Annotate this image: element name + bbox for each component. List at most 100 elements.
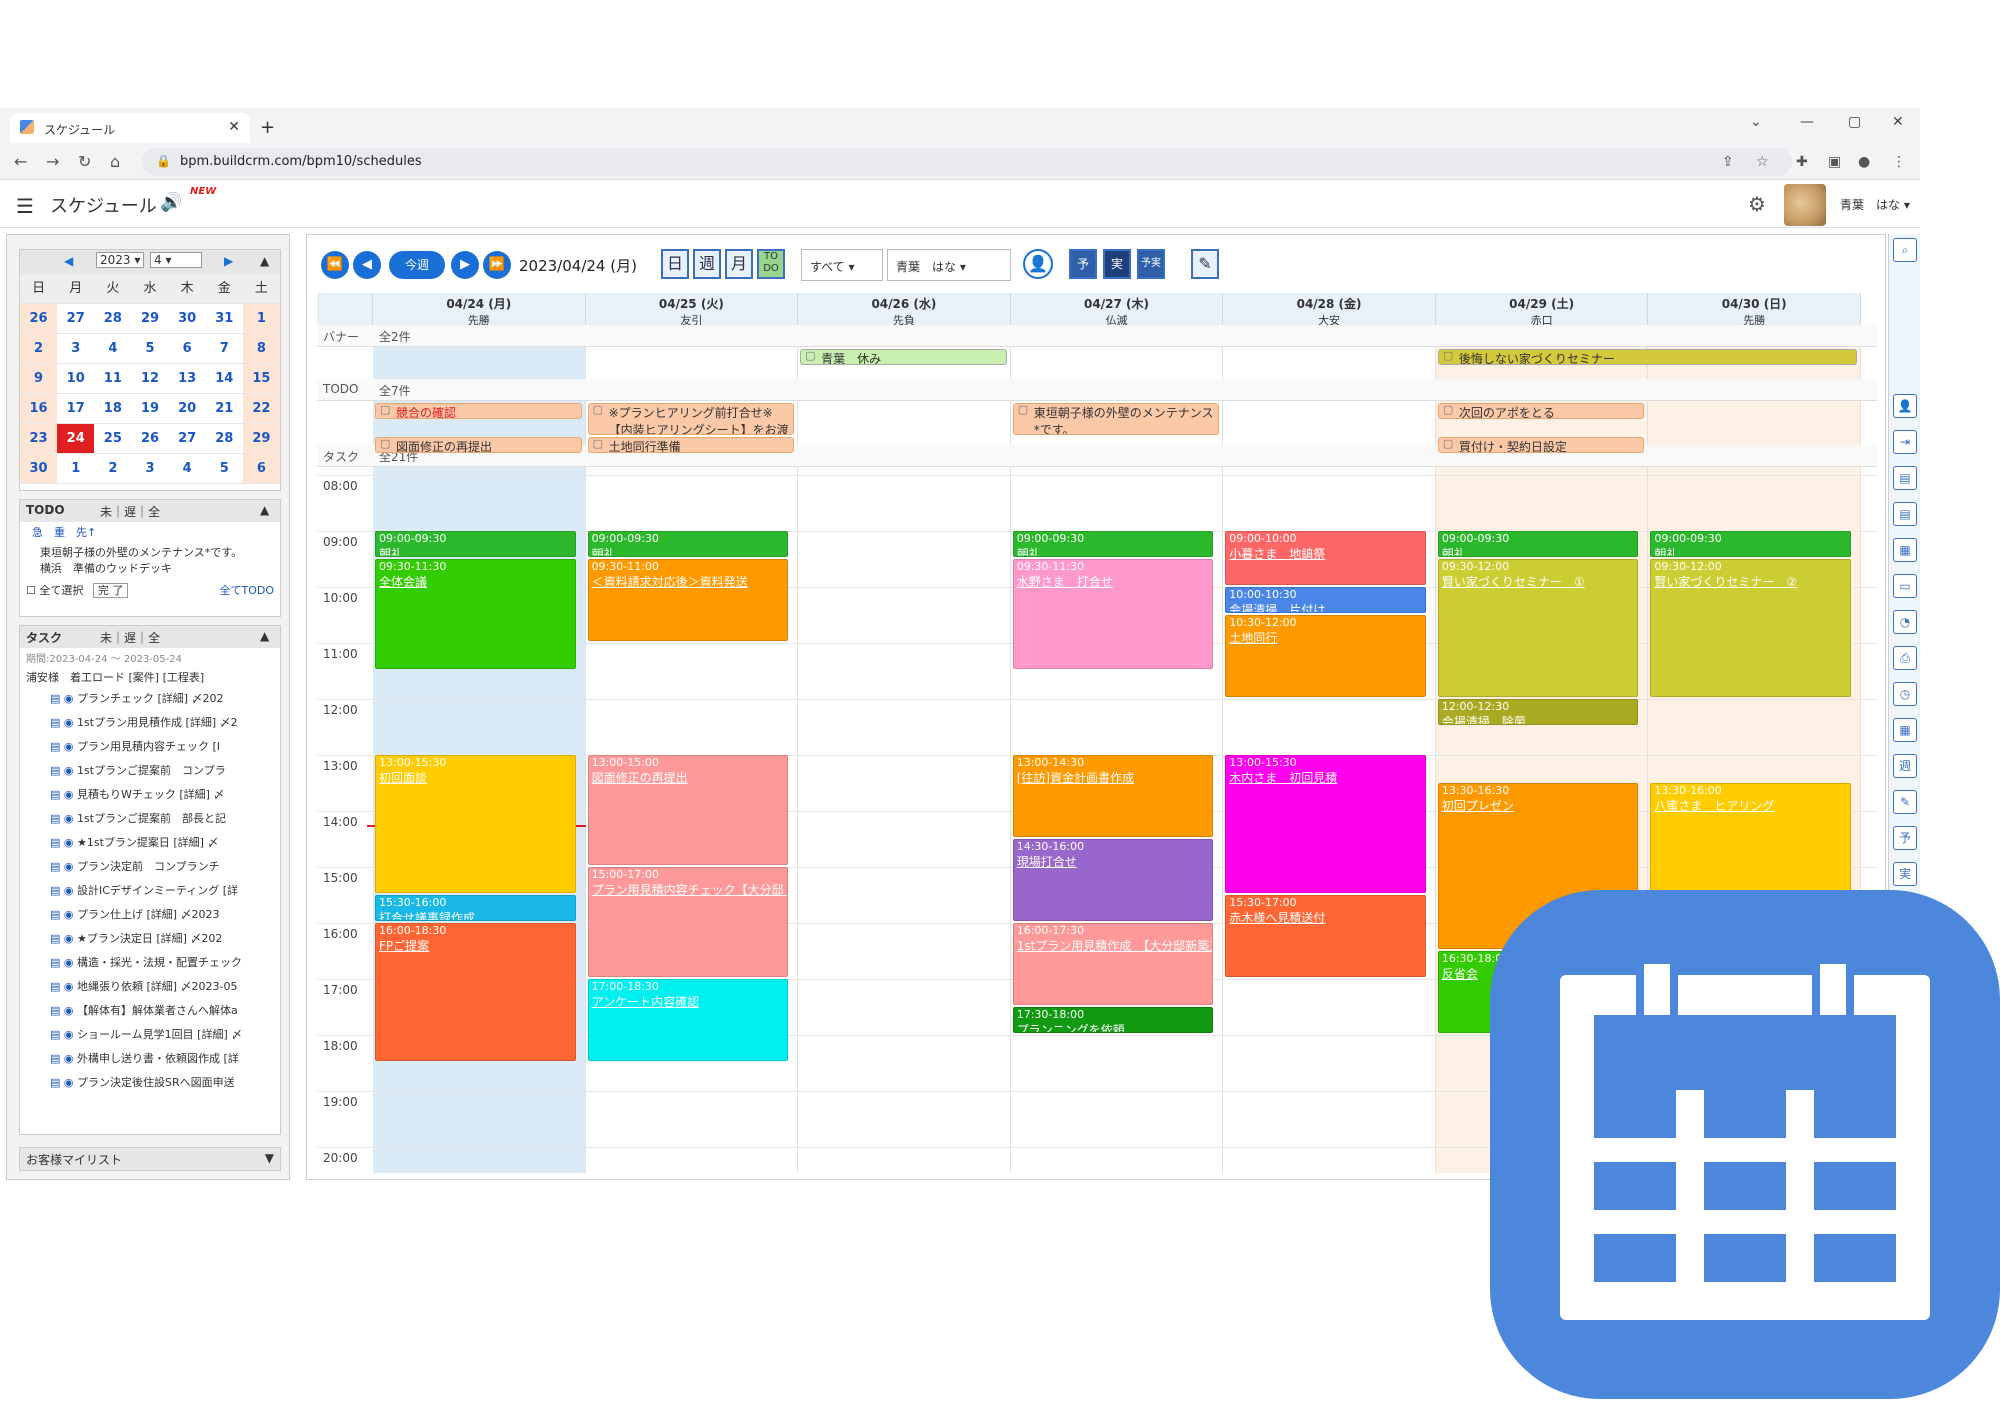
day-header[interactable]: 04/29 (土) 赤口 xyxy=(1435,293,1649,327)
event-block[interactable]: 09:30-12:00 賢い家づくりセミナー ① xyxy=(1437,559,1639,697)
calendar-day[interactable]: 9 xyxy=(20,364,58,394)
export-icon[interactable]: ⇥ xyxy=(1893,430,1917,454)
todo-filter[interactable]: 未｜遅｜全 xyxy=(100,503,160,520)
todo-sort[interactable]: 急 重 先↑ xyxy=(20,522,280,542)
hamburger-menu-icon[interactable]: ☰ xyxy=(16,194,34,218)
collapse-icon[interactable]: ▲ xyxy=(260,254,269,268)
calendar-day[interactable]: 5 xyxy=(205,454,243,484)
close-tab-icon[interactable]: ✕ xyxy=(228,119,240,135)
event-block[interactable]: 15:00-17:00プラン用見積内容チェック【大分邸 新築工事】 xyxy=(587,867,789,977)
clock-icon[interactable]: ◷ xyxy=(1893,682,1917,706)
calendar-day[interactable]: 30 xyxy=(20,454,58,484)
event-block[interactable]: 16:00-18:30 FPご提案 xyxy=(375,923,576,1061)
calendar-day[interactable]: 10 xyxy=(57,364,95,394)
plan-actual-icon[interactable]: 予実 xyxy=(1137,249,1165,279)
calendar-day[interactable]: 27 xyxy=(168,424,206,454)
clipboard-icon[interactable]: ▭ xyxy=(1893,574,1917,598)
task-item[interactable]: ▤ ◉ プラン用見積内容チェック [I xyxy=(20,735,280,759)
month-view-button[interactable]: 月 xyxy=(725,249,753,279)
share-icon[interactable]: ⇪ xyxy=(1722,154,1734,170)
month-select[interactable]: 4 ▾ xyxy=(150,252,202,268)
calendar-day[interactable]: 15 xyxy=(242,364,280,394)
plan-icon[interactable]: 予 xyxy=(1069,249,1097,279)
all-todo-link[interactable]: 全てTODO xyxy=(219,582,274,598)
calendar-day[interactable]: 20 xyxy=(168,394,206,424)
todo-item[interactable]: 買付け・契約日設定 xyxy=(1437,437,1645,453)
event-block[interactable]: 10:30-12:00 土地同行 xyxy=(1225,615,1426,697)
task-item[interactable]: ▤ ◉ 1stプランご提案前 コンプラ xyxy=(20,759,280,783)
todo-item[interactable]: 次回のアポをとる xyxy=(1437,403,1645,419)
calendar-day[interactable]: 3 xyxy=(131,454,169,484)
calendar-day[interactable]: 1 xyxy=(242,304,280,334)
calendar-day[interactable]: 17 xyxy=(57,394,95,424)
event-block[interactable]: 17:00-18:30 アンケート内容確認 xyxy=(587,979,789,1061)
select-all[interactable]: 全て選択 xyxy=(39,584,83,597)
calendar-day[interactable]: 26 xyxy=(20,304,58,334)
calendar-day[interactable]: 2 xyxy=(20,334,58,364)
event-block[interactable]: 16:00-17:301stプラン用見積作成 【大分邸新築工事】 xyxy=(1012,923,1214,1005)
printer-icon[interactable]: ⎙ xyxy=(1893,646,1917,670)
task-item[interactable]: ▤ ◉ プラン仕上げ [詳細] 〆2023 xyxy=(20,903,280,927)
contact-icon[interactable]: 👤 xyxy=(1893,394,1917,418)
calendar-day[interactable]: 3 xyxy=(57,334,95,364)
banner-item[interactable]: 後悔しない家づくりセミナー xyxy=(1437,349,1857,365)
task-item[interactable]: ▤ ◉ ★1stプラン提案日 [詳細] 〆 xyxy=(20,831,280,855)
calendar-day[interactable]: 28 xyxy=(94,304,132,334)
new-tab-icon[interactable]: + xyxy=(260,117,275,138)
actual-check-icon[interactable]: 実 xyxy=(1893,862,1917,886)
collapse-icon[interactable]: ▲ xyxy=(260,629,269,643)
bookmark-star-icon[interactable]: ☆ xyxy=(1756,154,1769,170)
calendar-day[interactable]: 1 xyxy=(57,454,95,484)
calendar-day[interactable]: 29 xyxy=(242,424,280,454)
document-user-icon[interactable]: ▤ xyxy=(1893,466,1917,490)
prev-week-fast-icon[interactable]: ⏪ xyxy=(321,251,349,279)
calendar-day[interactable]: 16 xyxy=(20,394,58,424)
home-icon[interactable]: ⌂ xyxy=(110,152,120,171)
user-name[interactable]: 青葉 はな ▾ xyxy=(1840,196,1910,213)
day-view-button[interactable]: 日 xyxy=(661,249,689,279)
banner-section-row[interactable]: バナー 全2件 xyxy=(317,325,1877,347)
user-avatar[interactable] xyxy=(1784,184,1826,226)
event-block[interactable]: 12:00-12:30 会場清掃 除菌 xyxy=(1437,699,1639,725)
task-item[interactable]: ▤ ◉ プラン決定前 コンプランチ xyxy=(20,855,280,879)
calendar-day[interactable]: 24 xyxy=(57,424,95,454)
calendar-day[interactable]: 4 xyxy=(94,334,132,364)
event-block[interactable]: 09:00-09:30 朝礼 xyxy=(375,531,576,557)
task-item[interactable]: ▤ ◉ 構造・採光・法規・配置チェック xyxy=(20,951,280,975)
extensions-icon[interactable]: ✚ xyxy=(1796,154,1808,170)
task-item[interactable]: ▤ ◉ 外構申し送り書・依頼図作成 [詳 xyxy=(20,1047,280,1071)
event-block[interactable]: 13:00-15:30 木内さま 初回見積 xyxy=(1225,755,1426,893)
calendar-day[interactable]: 7 xyxy=(205,334,243,364)
event-block[interactable]: 09:30-11:00 ＜資料請求対応後＞資料発送 xyxy=(587,559,789,641)
day-header[interactable]: 04/25 (火) 友引 xyxy=(585,293,799,327)
task-item[interactable]: ▤ ◉ プラン決定後住設SRへ図面申送 xyxy=(20,1071,280,1095)
complete-button[interactable]: 完 了 xyxy=(92,583,129,598)
day-header[interactable]: 04/30 (日) 先勝 xyxy=(1648,293,1861,327)
todo-item[interactable]: 競合の確認 xyxy=(375,403,582,419)
user-select-icon[interactable]: 👤 xyxy=(1023,249,1053,279)
profile-icon[interactable]: ● xyxy=(1858,154,1870,170)
day-header[interactable]: 04/27 (木) 仏滅 xyxy=(1010,293,1224,327)
task-item[interactable]: ▤ ◉ 【解体有】解体業者さんへ解体a xyxy=(20,999,280,1023)
calendar-day[interactable]: 19 xyxy=(131,394,169,424)
prev-day-icon[interactable]: ◀ xyxy=(353,251,381,279)
calendar-day[interactable]: 30 xyxy=(168,304,206,334)
zoom-search-icon[interactable]: ⌕ xyxy=(1893,238,1917,262)
todo-item[interactable]: 図面修正の再提出 xyxy=(375,437,582,453)
calendar-day[interactable]: 23 xyxy=(20,424,58,454)
event-block[interactable]: 17:30-18:00 プランニングを依頼 xyxy=(1012,1007,1214,1033)
calendar-day[interactable]: 22 xyxy=(242,394,280,424)
report-icon[interactable]: ✎ xyxy=(1191,249,1219,279)
event-block[interactable]: 15:30-17:00 赤木様へ見積送付 xyxy=(1225,895,1426,977)
calendar-day[interactable]: 28 xyxy=(205,424,243,454)
event-block[interactable]: 15:30-16:00 打合せ議事録作成 xyxy=(375,895,576,921)
task-item[interactable]: ▤ ◉ 見積もりWチェック [詳細] 〆 xyxy=(20,783,280,807)
todo-item[interactable]: 東垣朝子様の外壁のメンテナンス*です。 横浜 準備のウッドデッキ xyxy=(20,542,280,578)
event-block[interactable]: 09:30-11:30 水野さま 打合せ xyxy=(1012,559,1214,669)
settings-gear-icon[interactable]: ⚙ xyxy=(1748,192,1766,216)
event-block[interactable]: 09:30-12:00 賢い家づくりセミナー ② xyxy=(1650,559,1851,697)
prev-month-icon[interactable]: ◀ xyxy=(64,254,73,268)
forward-icon[interactable]: → xyxy=(46,152,59,171)
calendar-day[interactable]: 26 xyxy=(131,424,169,454)
event-block[interactable]: 09:00-10:00 小暮さま 地鎮祭 xyxy=(1225,531,1426,585)
